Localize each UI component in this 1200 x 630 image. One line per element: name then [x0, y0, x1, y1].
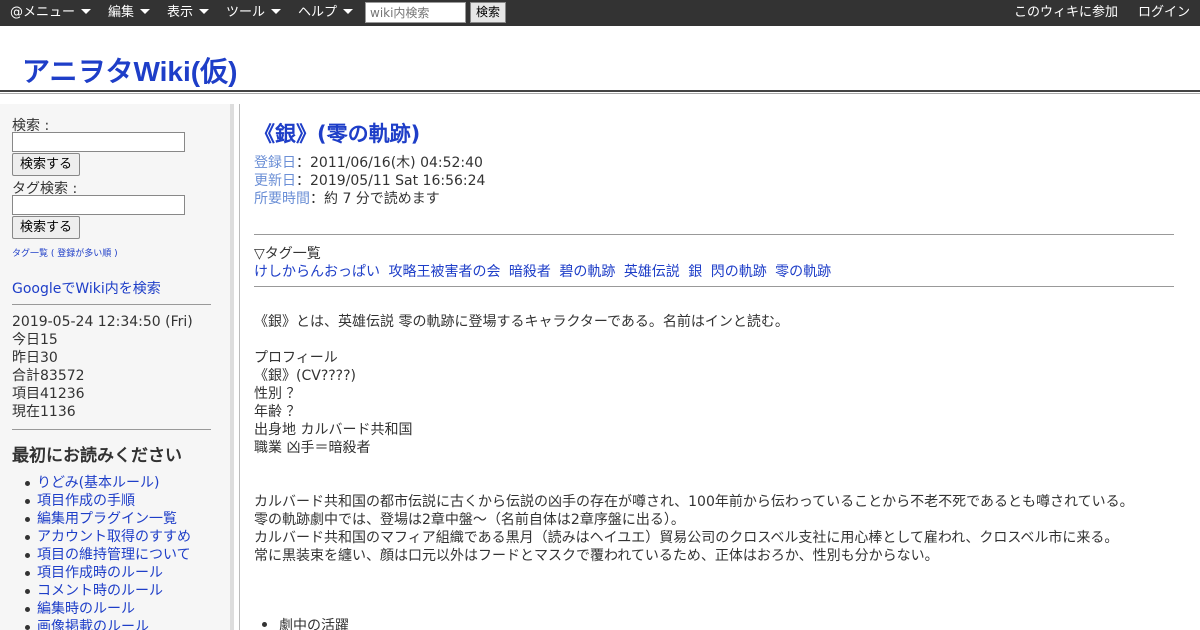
content-divider	[254, 234, 1174, 235]
read-first-list: りどみ(基本ルール) 項目作成の手順 編集用プラグイン一覧 アカウント取得のすす…	[25, 474, 191, 630]
tag-link[interactable]: 暗殺者	[509, 264, 551, 280]
profile-name: 《銀》(CV????)	[254, 368, 356, 384]
sidebar-divider	[12, 304, 211, 305]
list-item[interactable]: 項目作成時のルール	[25, 564, 191, 582]
tag-search-input[interactable]	[12, 195, 185, 215]
list-item[interactable]: りどみ(基本ルール)	[25, 474, 191, 492]
profile-origin: 出身地 カルバード共和国	[254, 422, 413, 438]
stat-total: 合計83572	[12, 368, 85, 384]
list-item[interactable]: 項目作成の手順	[25, 492, 191, 510]
tag-link[interactable]: 銀	[688, 264, 702, 280]
sidebar-divider	[12, 429, 211, 430]
site-title[interactable]: アニヲタWiki(仮)	[22, 50, 237, 90]
section-bullet: 劇中の活躍	[262, 615, 349, 630]
menu-label: 編集	[108, 5, 135, 20]
list-item[interactable]: 画像掲載のルール	[25, 618, 191, 630]
menu-atmenu[interactable]: @メニュー	[10, 0, 92, 26]
content-divider	[254, 286, 1174, 287]
caret-down-icon	[271, 9, 282, 14]
header-divider	[0, 90, 1200, 92]
read-first-heading: 最初にお読みください	[12, 446, 182, 466]
wiki-search-input[interactable]	[365, 2, 466, 23]
stat-today: 今日15	[12, 332, 58, 348]
meta-read-time: 所要時間：約 7 分で読めます	[254, 190, 440, 208]
stat-datetime: 2019-05-24 12:34:50 (Fri)	[12, 314, 193, 330]
meta-key[interactable]: 所要時間	[254, 191, 310, 207]
profile-age: 年齢 ？	[254, 404, 301, 420]
meta-updated: 更新日：2019/05/11 Sat 16:56:24	[254, 172, 485, 190]
meta-value: ：2011/06/16(木) 04:52:40	[296, 155, 483, 171]
menu-help[interactable]: ヘルプ	[298, 0, 354, 26]
meta-key[interactable]: 登録日	[254, 155, 296, 171]
google-search-link[interactable]: GoogleでWiki内を検索	[12, 278, 161, 298]
caret-down-icon	[81, 9, 92, 14]
wiki-search-button[interactable]: 検索	[470, 2, 506, 23]
list-item[interactable]: コメント時のルール	[25, 582, 191, 600]
header-divider-thin	[0, 93, 1200, 94]
menu-view[interactable]: 表示	[167, 0, 210, 26]
profile-heading: プロフィール	[254, 350, 338, 366]
stat-yesterday: 昨日30	[12, 350, 58, 366]
tag-link[interactable]: 碧の軌跡	[559, 264, 615, 280]
stat-now: 現在1136	[12, 404, 76, 420]
sidebar-search-input[interactable]	[12, 132, 185, 152]
paragraph: 零の軌跡劇中では、登場は2章中盤～（名前自体は2章序盤に出る）。	[254, 512, 685, 528]
intro-text: 《銀》とは、英雄伝説 零の軌跡に登場するキャラクターである。名前はインと読む。	[254, 314, 789, 330]
list-item[interactable]: 項目の維持管理について	[25, 546, 191, 564]
paragraph: カルバード共和国のマフィア組織である黒月（読みはヘイユエ）貿易公司のクロスベル支…	[254, 530, 1119, 546]
tag-list-link[interactable]: タグ一覧	[12, 249, 48, 259]
list-item[interactable]: 編集用プラグイン一覧	[25, 510, 191, 528]
top-menu-bar: @メニュー 編集 表示 ツール ヘルプ 検索 このウィキに参加 ログイン	[0, 0, 1200, 26]
menu-edit[interactable]: 編集	[108, 0, 151, 26]
sidebar-search-button[interactable]: 検索する	[12, 153, 80, 176]
tag-link[interactable]: けしからんおっぱい	[254, 264, 380, 280]
join-wiki-link[interactable]: このウィキに参加	[1014, 0, 1118, 26]
menu-tools[interactable]: ツール	[226, 0, 282, 26]
caret-down-icon	[199, 9, 210, 14]
login-link[interactable]: ログイン	[1138, 0, 1190, 26]
list-item[interactable]: アカウント取得のすすめ	[25, 528, 191, 546]
menu-label: ヘルプ	[298, 5, 338, 20]
tag-search-button[interactable]: 検索する	[12, 216, 80, 239]
sidebar: 検索 : 検索する タグ検索 : 検索する タグ一覧 ( 登録が多い順 ) Go…	[0, 104, 234, 630]
list-item[interactable]: 編集時のルール	[25, 600, 191, 618]
tag-list-heading[interactable]: ▽タグ一覧	[254, 243, 321, 263]
meta-key[interactable]: 更新日	[254, 173, 296, 189]
paragraph: 常に黒装束を纏い、顔は口元以外はフードとマスクで覆われているため、正体はおろか、…	[254, 548, 939, 564]
tag-links: タグ一覧 ( 登録が多い順 )	[12, 249, 118, 259]
tag-link[interactable]: 英雄伝説	[624, 264, 680, 280]
caret-down-icon	[140, 9, 151, 14]
tag-list: けしからんおっぱい 攻略王被害者の会 暗殺者 碧の軌跡 英雄伝説 銀 閃の軌跡 …	[254, 261, 835, 281]
tag-link[interactable]: 零の軌跡	[775, 264, 831, 280]
menu-label: ツール	[226, 5, 266, 20]
meta-value: ：約 7 分で読めます	[310, 191, 440, 207]
page-title[interactable]: 《銀》(零の軌跡)	[254, 118, 420, 148]
tag-sort-link[interactable]: 登録が多い順	[57, 249, 111, 259]
caret-down-icon	[343, 9, 354, 14]
profile-gender: 性別 ？	[254, 386, 301, 402]
column-separator	[239, 104, 240, 630]
tag-link[interactable]: 閃の軌跡	[711, 264, 767, 280]
menu-label: @メニュー	[10, 5, 76, 20]
meta-value: ：2019/05/11 Sat 16:56:24	[296, 173, 486, 189]
menu-label: 表示	[167, 5, 194, 20]
paragraph: カルバード共和国の都市伝説に古くから伝説の凶手の存在が噂され、100年前から伝わ…	[254, 494, 1134, 510]
stat-items: 項目41236	[12, 386, 85, 402]
profile-job: 職業 凶手＝暗殺者	[254, 440, 371, 456]
meta-registered: 登録日：2011/06/16(木) 04:52:40	[254, 154, 483, 172]
tag-link[interactable]: 攻略王被害者の会	[388, 264, 500, 280]
